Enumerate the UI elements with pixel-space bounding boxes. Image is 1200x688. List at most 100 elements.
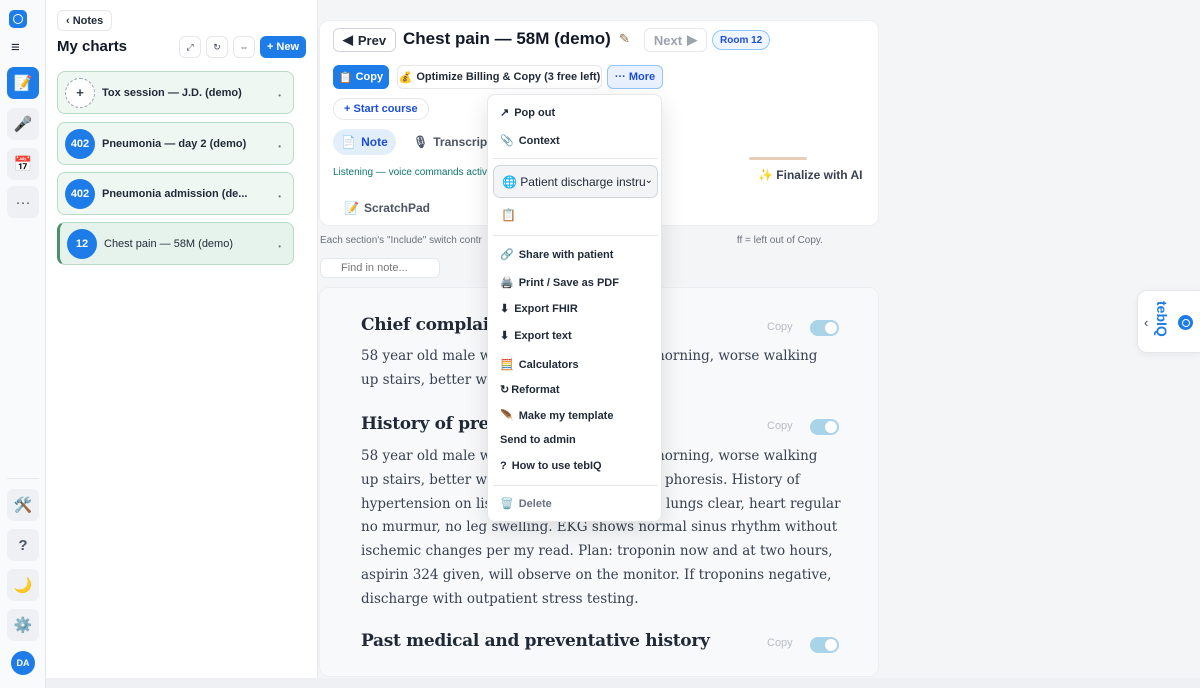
tab-transcript[interactable]: 🎙 Transcript — [413, 129, 491, 155]
chart-menu-icon[interactable]: • — [278, 242, 281, 251]
menu-item-label: Delete — [518, 497, 552, 510]
finalize-with-ai-button[interactable]: ✨ Finalize with AI — [758, 168, 863, 182]
money-bag-icon: 💰 — [398, 71, 413, 84]
tebiq-side-widget[interactable]: ‹ tebIQ — [1137, 290, 1200, 353]
chart-list-item[interactable]: 402 Pneumonia — day 2 (demo) • — [57, 122, 294, 165]
pop-out-menu-item[interactable]: ↗ Pop out — [500, 106, 555, 120]
edit-title-icon[interactable]: ✎ — [619, 31, 630, 47]
find-in-note-input[interactable] — [320, 258, 440, 278]
body-line-right: morning, worse walking — [652, 448, 818, 464]
body-line-right: morning, worse walking — [652, 348, 818, 364]
tab-note[interactable]: 📄 Note — [333, 129, 396, 155]
chart-label: Tox session — J.D. (demo) — [102, 86, 242, 99]
moon-icon: 🌙 — [13, 577, 33, 594]
expand-icon[interactable]: ⤢ — [179, 36, 201, 58]
menu-item-label: Reformat — [511, 383, 560, 396]
section-title: Past medical and preventative history — [361, 631, 710, 651]
notes-panel-title: My charts — [57, 38, 128, 55]
rail-divider — [7, 478, 39, 479]
settings-button[interactable]: ⚙️ — [7, 609, 39, 641]
tebiq-logo-icon — [1178, 315, 1193, 330]
menu-divider — [493, 158, 658, 159]
question-icon: ? — [500, 460, 507, 472]
abacus-icon: 🧮 — [500, 359, 514, 371]
clipboard-icon[interactable]: 📋 — [501, 208, 516, 222]
room-badge: 402 — [65, 128, 95, 159]
info-text-start: Each section's "Include" switch contr — [320, 235, 482, 246]
more-button[interactable]: ··· More — [607, 65, 663, 89]
swap-icon[interactable]: ⇔ — [233, 36, 255, 58]
export-text-menu-item[interactable]: ⬇ Export text — [500, 329, 572, 343]
body-line-right: phoresis. History of — [665, 471, 800, 488]
language-select[interactable]: 🌐 Patient discharge instru ⌄ — [493, 165, 658, 198]
include-toggle[interactable] — [810, 637, 839, 653]
menu-item-label: Export text — [514, 329, 572, 342]
export-fhir-menu-item[interactable]: ⬇ Export FHIR — [500, 302, 578, 316]
help-button[interactable]: ? — [7, 529, 39, 561]
calculators-menu-item[interactable]: 🧮 Calculators — [500, 358, 579, 372]
how-to-use-menu-item[interactable]: ? How to use tebIQ — [500, 460, 602, 472]
menu-item-label: Print / Save as PDF — [518, 276, 619, 289]
chart-menu-icon[interactable]: • — [278, 142, 281, 151]
menu-item-label: Export FHIR — [514, 302, 578, 315]
record-nav-button[interactable]: 🎤 — [7, 108, 39, 140]
include-toggle[interactable] — [810, 419, 839, 435]
menu-item-label: Make my template — [518, 409, 614, 422]
body-line: aspirin 324 given, will observe on the m… — [361, 566, 832, 583]
next-label: Next — [653, 32, 683, 48]
menu-item-label: Share with patient — [518, 248, 614, 261]
context-menu-item[interactable]: 📎 Context — [500, 134, 560, 148]
app-logo-icon[interactable] — [9, 10, 27, 28]
prev-label: Prev — [357, 32, 387, 48]
scratchpad-label: ScratchPad — [363, 201, 430, 215]
send-to-admin-menu-item[interactable]: Send to admin — [500, 434, 576, 446]
chevron-left-icon[interactable]: ‹ — [1144, 315, 1148, 330]
reformat-menu-item[interactable]: ↻ Reformat — [500, 383, 560, 397]
tools-icon: 🛠️ — [13, 497, 33, 514]
copy-label: Copy — [355, 71, 384, 83]
chart-list-item[interactable]: + Tox session — J.D. (demo) • — [57, 71, 294, 114]
section-title: Chief complain — [361, 315, 502, 335]
body-line: discharge with outpatient stress testing… — [361, 590, 639, 607]
print-menu-item[interactable]: 🖨️ Print / Save as PDF — [500, 276, 619, 290]
body-line: 58 year old male wit — [361, 448, 502, 464]
theme-toggle-button[interactable]: 🌙 — [7, 569, 39, 601]
info-text-end: ff = left out of Copy. — [736, 235, 823, 246]
tools-button[interactable]: 🛠️ — [7, 489, 39, 521]
chart-list-item-active[interactable]: 12 Chest pain — 58M (demo) • — [57, 222, 294, 265]
optimize-billing-button[interactable]: 💰 Optimize Billing & Copy (3 free left) — [397, 65, 602, 89]
chart-menu-icon[interactable]: • — [278, 91, 281, 100]
menu-icon[interactable]: ≡ — [11, 39, 20, 56]
refresh-icon[interactable]: ↻ — [206, 36, 228, 58]
start-course-button[interactable]: + Start course — [333, 98, 429, 120]
clipboard-icon: 📋 — [338, 71, 353, 84]
room-badge: 402 — [65, 178, 95, 209]
add-icon: + — [65, 77, 95, 108]
body-line: hypertension on lisi — [361, 495, 496, 512]
notes-back-button[interactable]: ‹ Notes — [57, 10, 113, 31]
gear-icon: ⚙️ — [13, 617, 33, 634]
include-toggle[interactable] — [810, 320, 839, 336]
avatar[interactable]: DA — [11, 651, 35, 675]
next-button[interactable]: Next ▶ — [644, 28, 707, 52]
optimize-label: Optimize Billing & Copy (3 free left) — [416, 71, 601, 83]
tab-note-label: Note — [361, 135, 388, 149]
more-nav-button[interactable]: ··· — [7, 186, 39, 218]
room-badge: Room 12 — [712, 30, 771, 50]
chart-menu-icon[interactable]: • — [278, 192, 281, 201]
tab-scratchpad[interactable]: 📝 ScratchPad — [344, 201, 430, 215]
body-line: 58 year old male wit — [361, 348, 502, 364]
note-icon: 📄 — [341, 135, 357, 149]
share-with-patient-menu-item[interactable]: 🔗 Share with patient — [500, 248, 614, 262]
calendar-nav-button[interactable]: 📅 — [7, 148, 39, 180]
make-template-menu-item[interactable]: 🪶 Make my template — [500, 409, 614, 423]
delete-menu-item[interactable]: 🗑️ Delete — [500, 497, 552, 511]
new-chart-button[interactable]: + New — [260, 36, 306, 58]
prev-button[interactable]: ◀ Prev — [333, 28, 396, 52]
copy-button[interactable]: 📋 Copy — [333, 65, 389, 89]
bottom-strip — [46, 678, 1200, 688]
chart-label: Chest pain — 58M (demo) — [104, 237, 233, 250]
chart-list-item[interactable]: 402 Pneumonia admission (de... • — [57, 172, 294, 215]
calendar-icon: 📅 — [13, 156, 33, 173]
notes-nav-button[interactable]: 📝 — [7, 67, 39, 99]
